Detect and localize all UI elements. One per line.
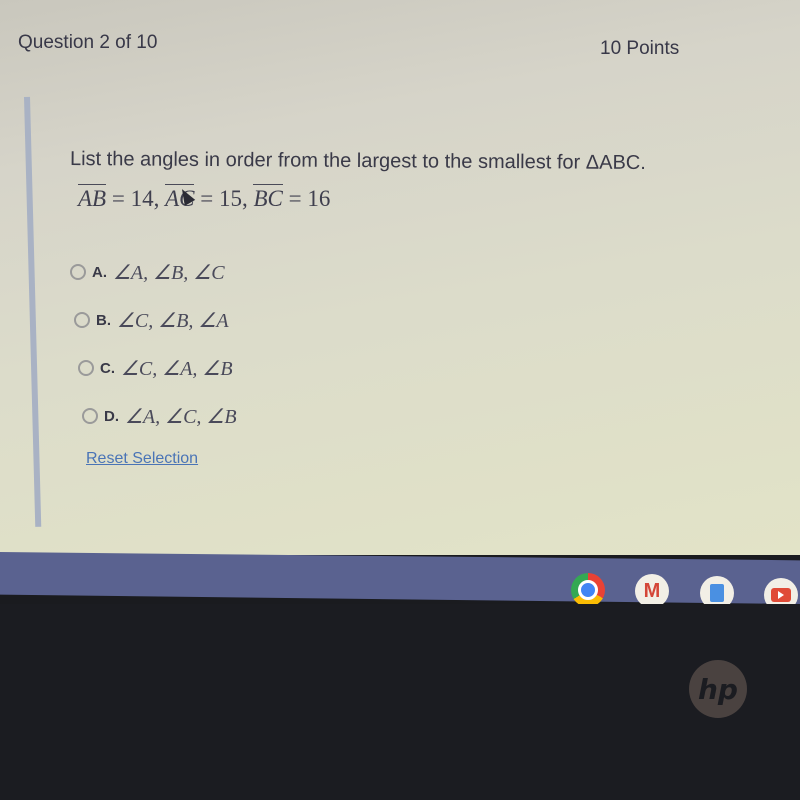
option-text: ∠A, ∠C, ∠B — [125, 405, 237, 428]
youtube-play — [771, 588, 791, 602]
taskbar-shelf — [0, 552, 800, 604]
option-text: ∠C, ∠A, ∠B — [121, 357, 233, 380]
question-counter: Question 2 of 10 — [18, 32, 158, 53]
gmail-icon[interactable]: M — [635, 574, 669, 608]
side-lengths-equation: AB = 14, AC = 15, BC = 16 — [78, 184, 330, 212]
option-d[interactable]: D. ∠A, ∠C, ∠B — [82, 392, 237, 440]
option-letter: D. — [104, 407, 119, 425]
option-text: ∠A, ∠B, ∠C — [113, 261, 225, 284]
option-a[interactable]: A. ∠A, ∠B, ∠C — [70, 248, 237, 296]
hp-logo: hp — [689, 660, 747, 718]
answer-options: A. ∠A, ∠B, ∠C B. ∠C, ∠B, ∠A C. ∠C, ∠A, ∠… — [70, 248, 237, 440]
question-accent-bar — [24, 96, 42, 527]
segment-ab: AB — [78, 184, 107, 211]
segment-bc: BC — [253, 184, 283, 211]
option-letter: B. — [96, 311, 111, 329]
docs-sheet — [710, 584, 724, 602]
radio-button[interactable] — [70, 264, 86, 280]
option-text: ∠C, ∠B, ∠A — [117, 309, 229, 332]
play-triangle-icon — [778, 591, 784, 599]
radio-button[interactable] — [74, 312, 90, 328]
option-letter: A. — [92, 263, 107, 281]
chrome-icon[interactable] — [571, 573, 605, 607]
laptop-bezel — [0, 604, 800, 800]
segment-ac-value: = 15, — [194, 186, 254, 211]
question-prompt: List the angles in order from the larges… — [69, 148, 646, 175]
reset-selection-link[interactable]: Reset Selection — [86, 450, 198, 468]
screen: Question 2 of 10 10 Points List the angl… — [0, 0, 800, 555]
chrome-center — [578, 580, 598, 600]
segment-bc-value: = 16 — [282, 186, 331, 211]
option-c[interactable]: C. ∠C, ∠A, ∠B — [78, 344, 237, 392]
points-label: 10 Points — [600, 38, 680, 59]
option-letter: C. — [100, 359, 115, 377]
radio-button[interactable] — [82, 408, 98, 424]
segment-ab-value: = 14, — [106, 186, 166, 211]
option-b[interactable]: B. ∠C, ∠B, ∠A — [74, 296, 237, 344]
radio-button[interactable] — [78, 360, 94, 376]
